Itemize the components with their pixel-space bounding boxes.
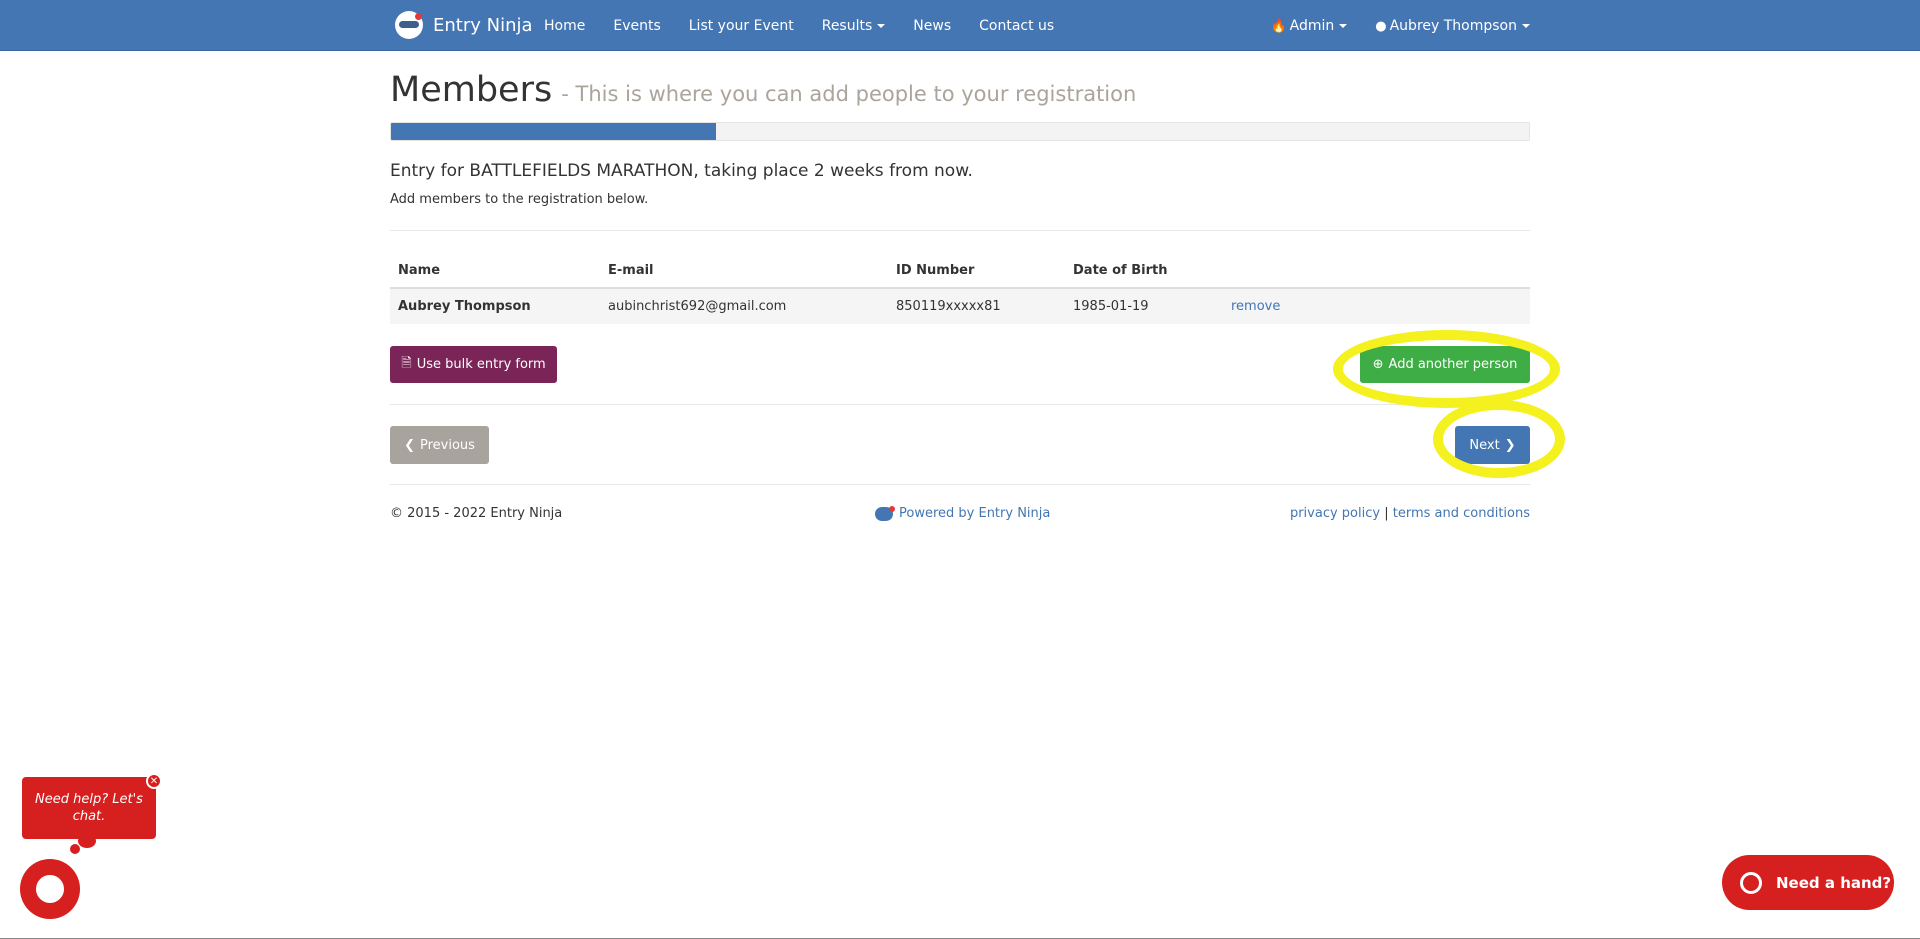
- footer-separator: |: [1384, 506, 1389, 521]
- nav-right: 🔥 Admin ● Aubrey Thompson: [1242, 0, 1530, 51]
- page-title-main: Members: [390, 70, 553, 110]
- previous-label: Previous: [419, 437, 475, 453]
- brand-name: Entry Ninja: [433, 14, 533, 36]
- ninja-logo-icon: [875, 505, 895, 521]
- add-members-instruction: Add members to the registration below.: [390, 192, 649, 207]
- chat-icon: [1740, 871, 1762, 894]
- member-id-number: 850119xxxxx81: [888, 288, 1065, 324]
- user-menu-label: Aubrey Thompson: [1389, 17, 1517, 34]
- member-name: Aubrey Thompson: [390, 288, 600, 324]
- chevron-down-icon: [877, 23, 886, 28]
- nav-link-contact[interactable]: Contact us: [965, 18, 1068, 34]
- fire-icon: 🔥: [1270, 18, 1287, 34]
- nav-links: Home Events List your Event Results News…: [530, 0, 1068, 51]
- chevron-down-icon: [1522, 23, 1530, 28]
- chat-prompt-bubble[interactable]: Need help? Let's chat.: [22, 777, 156, 839]
- column-header-dob: Date of Birth: [1065, 254, 1223, 289]
- footer-links: privacy policy | terms and conditions: [1290, 506, 1530, 521]
- navbar-inner: Entry Ninja Home Events List your Event …: [390, 0, 1530, 51]
- highlight-circle-add-person: [1333, 330, 1560, 408]
- nav-link-results-label: Results: [821, 17, 873, 34]
- admin-menu[interactable]: 🔥 Admin: [1242, 17, 1348, 34]
- divider: [390, 230, 1530, 231]
- divider: [390, 484, 1530, 485]
- privacy-policy-link[interactable]: privacy policy: [1290, 506, 1380, 521]
- need-a-hand-label: Need a hand?: [1776, 873, 1892, 892]
- chat-bubble-tail: [78, 834, 96, 848]
- bulk-entry-button[interactable]: 🗎 Use bulk entry form: [390, 346, 557, 383]
- column-header-name: Name: [390, 254, 600, 289]
- progress-fill: [391, 123, 717, 140]
- nav-link-results[interactable]: Results: [808, 18, 900, 34]
- table-header-row: Name E-mail ID Number Date of Birth: [390, 254, 1530, 289]
- need-a-hand-button[interactable]: Need a hand?: [1722, 855, 1894, 910]
- user-menu[interactable]: ● Aubrey Thompson: [1347, 18, 1530, 34]
- member-email: aubinchrist692@gmail.com: [600, 288, 888, 324]
- page-title-subtitle: - This is where you can add people to yo…: [561, 82, 1137, 106]
- entry-description: Entry for BATTLEFIELDS MARATHON, taking …: [390, 161, 973, 181]
- table-row: Aubrey Thompson aubinchrist692@gmail.com…: [390, 288, 1530, 324]
- chevron-left-icon: ❮: [404, 437, 415, 453]
- registration-progress-bar: [390, 122, 1530, 141]
- chat-icon: [36, 875, 64, 903]
- previous-button[interactable]: ❮ Previous: [390, 426, 489, 464]
- bulk-entry-label: Use bulk entry form: [416, 357, 546, 372]
- powered-by-label: Powered by Entry Ninja: [899, 506, 1051, 521]
- chevron-down-icon: [1339, 23, 1348, 28]
- admin-menu-label: Admin: [1289, 17, 1335, 34]
- terms-link[interactable]: terms and conditions: [1393, 506, 1530, 521]
- close-icon[interactable]: ✕: [146, 773, 162, 789]
- page-title: Members - This is where you can add peop…: [390, 70, 1136, 110]
- user-icon: ●: [1375, 18, 1387, 34]
- column-header-email: E-mail: [600, 254, 888, 289]
- divider: [390, 404, 1530, 405]
- top-navbar: Entry Ninja Home Events List your Event …: [0, 0, 1920, 51]
- highlight-circle-next: [1433, 400, 1565, 478]
- nav-link-events[interactable]: Events: [599, 18, 674, 34]
- brand[interactable]: Entry Ninja: [395, 11, 533, 39]
- remove-member-link[interactable]: remove: [1231, 299, 1280, 314]
- nav-link-home[interactable]: Home: [530, 18, 599, 34]
- members-table: Name E-mail ID Number Date of Birth Aubr…: [390, 254, 1530, 324]
- nav-link-news[interactable]: News: [899, 18, 965, 34]
- footer-copyright: © 2015 - 2022 Entry Ninja: [390, 506, 563, 521]
- column-header-id-number: ID Number: [888, 254, 1065, 289]
- member-dob: 1985-01-19: [1065, 288, 1223, 324]
- file-icon: 🗎: [401, 355, 412, 371]
- chat-bubble-tail: [70, 844, 80, 854]
- ninja-logo-icon: [395, 11, 423, 39]
- nav-link-list-event[interactable]: List your Event: [675, 18, 808, 34]
- column-header-actions: [1223, 254, 1530, 289]
- chat-launcher-button[interactable]: [20, 859, 80, 919]
- footer-powered-by[interactable]: Powered by Entry Ninja: [875, 505, 1051, 521]
